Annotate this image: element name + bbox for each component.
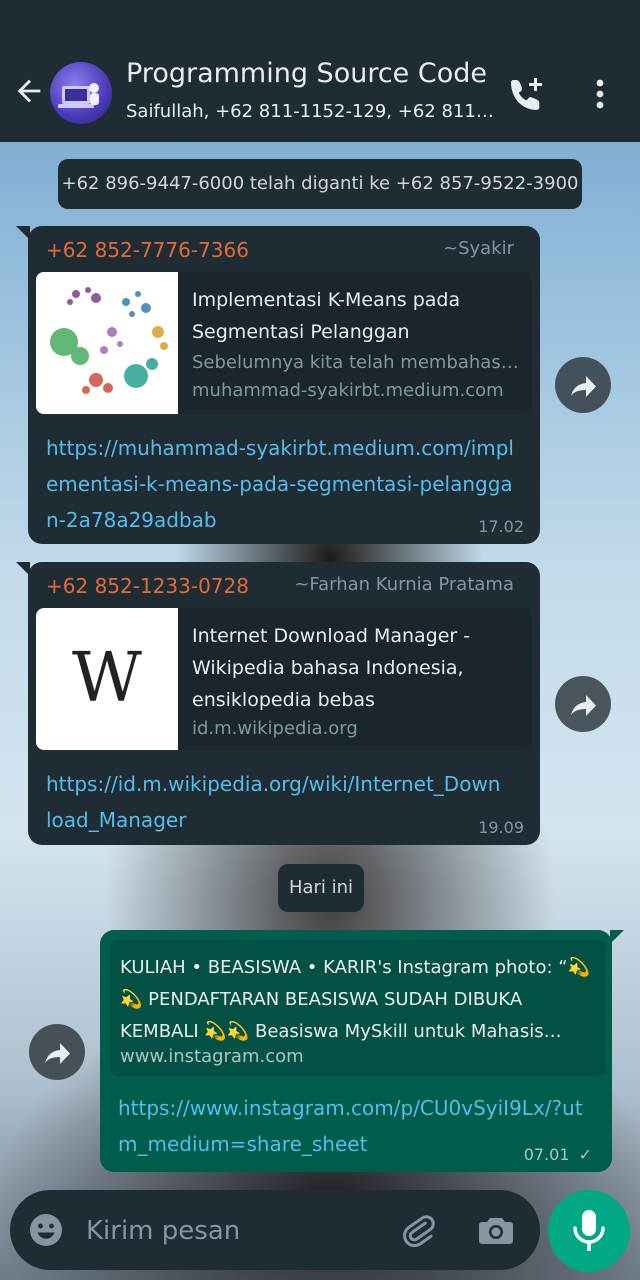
more-vert-icon[interactable] [588, 74, 612, 114]
wikipedia-w-logo: W [72, 639, 142, 718]
chat-title[interactable]: Programming Source Code [126, 58, 487, 89]
message-composer [10, 1190, 540, 1270]
preview-title: Implementasi K-Means pada Segmentasi Pel… [192, 289, 461, 343]
forward-icon [571, 376, 596, 397]
preview-domain: www.instagram.com [120, 1046, 304, 1067]
chat-header: Programming Source Code Saifullah, +62 8… [0, 0, 640, 142]
forward-button[interactable] [555, 676, 611, 732]
message-time: 19.09 [478, 818, 524, 837]
message-time: 07.01 ✓ [524, 1145, 592, 1164]
camera-icon[interactable] [476, 1210, 516, 1250]
preview-title: Internet Download Manager - Wikipedia ba… [192, 625, 471, 711]
add-call-icon[interactable] [506, 74, 548, 114]
chat-participants[interactable]: Saifullah, +62 811-1152-129, +62 811-848… [126, 101, 496, 122]
group-avatar[interactable] [50, 62, 112, 124]
emoji-icon[interactable] [28, 1212, 64, 1248]
message-link[interactable]: https://muhammad-syakirbt.medium.com/imp… [46, 430, 516, 538]
preview-domain: muhammad-syakirbt.medium.com [192, 380, 504, 401]
forward-icon [571, 695, 596, 716]
wikipedia-logo-thumbnail: W [36, 608, 178, 750]
mic-icon [573, 1210, 605, 1251]
sender-name: ~Farhan Kurnia Pratama [294, 574, 514, 595]
date-divider: Hari ini [278, 864, 364, 912]
forward-icon [45, 1043, 70, 1064]
attach-icon[interactable] [398, 1210, 438, 1250]
sender-name: ~Syakir [442, 238, 514, 259]
message-link[interactable]: https://id.m.wikipedia.org/wiki/Internet… [46, 766, 506, 838]
preview-thumbnail [36, 272, 178, 414]
bubble-tail [16, 562, 30, 576]
message-bubble[interactable]: +62 852-1233-0728 ~Farhan Kurnia Pratama… [16, 562, 540, 845]
link-preview[interactable]: Implementasi K-Means pada Segmentasi Pel… [36, 272, 532, 414]
message-link[interactable]: https://www.instagram.com/p/CU0vSyiI9Lx/… [118, 1090, 588, 1162]
mic-button[interactable] [548, 1190, 630, 1272]
system-notice: +62 896-9447-6000 telah diganti ke +62 8… [58, 159, 582, 209]
sender-number[interactable]: +62 852-1233-0728 [46, 574, 249, 598]
message-time: 17.02 [478, 517, 524, 536]
back-arrow-icon[interactable] [12, 74, 46, 108]
message-time-text: 07.01 [523, 1145, 570, 1164]
bubble-tail [16, 226, 30, 240]
bubble-tail [610, 930, 624, 944]
preview-domain: id.m.wikipedia.org [192, 718, 358, 739]
message-bubble[interactable]: +62 852-7776-7366 ~Syakir Implementasi K… [16, 226, 540, 544]
link-preview[interactable]: KULIAH • BEASISWA • KARIR's Instagram ph… [110, 940, 606, 1076]
sent-check-icon: ✓ [578, 1145, 592, 1164]
preview-title: KULIAH • BEASISWA • KARIR's Instagram ph… [120, 957, 591, 1042]
forward-button[interactable] [555, 357, 611, 413]
forward-button[interactable] [29, 1024, 85, 1080]
sender-number[interactable]: +62 852-7776-7366 [46, 238, 249, 262]
message-bubble-outgoing[interactable]: KULIAH • BEASISWA • KARIR's Instagram ph… [100, 930, 624, 1172]
preview-description: Sebelumnya kita telah membahas … [192, 352, 522, 373]
link-preview[interactable]: W Internet Download Manager - Wikipedia … [36, 608, 532, 750]
message-input[interactable] [84, 1208, 378, 1254]
